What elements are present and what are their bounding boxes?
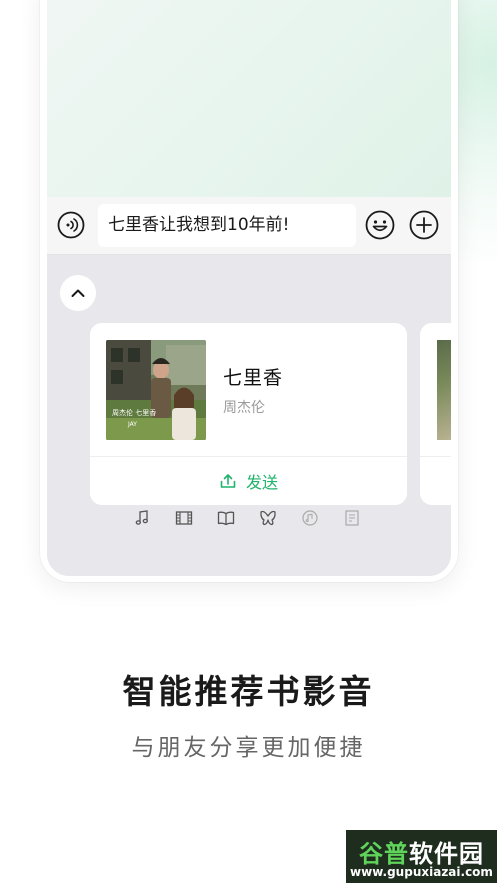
promo-headline: 智能推荐书影音: [122, 672, 375, 711]
music-share-card[interactable]: 周杰伦 七里香 JAY 七里香 周杰伦 发送: [90, 323, 407, 505]
share-type-tabs: [132, 508, 362, 528]
svg-text:JAY: JAY: [127, 421, 137, 428]
disc-icon: [302, 510, 318, 526]
album-cover: 周杰伦 七里香 JAY: [106, 340, 206, 440]
tab-document[interactable]: [342, 508, 362, 528]
emoji-button[interactable]: [365, 210, 395, 240]
chat-area: [47, 0, 451, 197]
document-icon: [345, 510, 359, 526]
smiley-icon: [365, 210, 395, 240]
tab-movie[interactable]: [174, 508, 194, 528]
song-title: 七里香: [223, 367, 284, 389]
promo-screen: 七里香让我想到10年前! 周杰伦 七里香 JAY 七里香 周杰伦 发送 智能推荐…: [0, 0, 497, 883]
plus-icon: [409, 210, 439, 240]
tab-book[interactable]: [216, 508, 236, 528]
next-share-card[interactable]: [420, 323, 451, 505]
butterfly-icon: [260, 510, 276, 526]
next-card-cover: [437, 340, 451, 440]
send-label: 发送: [245, 473, 278, 492]
chat-input-bar: 七里香让我想到10年前!: [47, 197, 451, 255]
voice-input-button[interactable]: [56, 210, 86, 240]
tab-music[interactable]: [132, 508, 152, 528]
upload-icon: [220, 474, 236, 488]
book-icon: [217, 511, 235, 526]
chevron-up-icon: [71, 289, 85, 297]
voice-icon: [57, 211, 85, 239]
watermark-logo: 谷普软件园: [359, 840, 484, 868]
collapse-button[interactable]: [60, 275, 96, 311]
share-panel: 周杰伦 七里香 JAY 七里香 周杰伦 发送: [47, 256, 451, 576]
message-input[interactable]: 七里香让我想到10年前!: [98, 204, 356, 247]
svg-text:周杰伦 七里香: 周杰伦 七里香: [112, 408, 156, 417]
tab-butterfly[interactable]: [258, 508, 278, 528]
tab-disc[interactable]: [300, 508, 320, 528]
song-artist: 周杰伦: [223, 400, 265, 416]
phone-screen: 七里香让我想到10年前! 周杰伦 七里香 JAY 七里香 周杰伦 发送: [47, 0, 451, 576]
next-card-divider: [420, 456, 451, 457]
send-button[interactable]: 发送: [90, 457, 407, 505]
watermark-url: www.gupuxiazai.com: [350, 865, 493, 879]
more-button[interactable]: [409, 210, 439, 240]
site-watermark: 谷普软件园 www.gupuxiazai.com: [346, 830, 497, 883]
promo-subline: 与朋友分享更加便捷: [131, 735, 366, 761]
music-note-icon: [135, 510, 148, 525]
film-icon: [175, 511, 193, 525]
